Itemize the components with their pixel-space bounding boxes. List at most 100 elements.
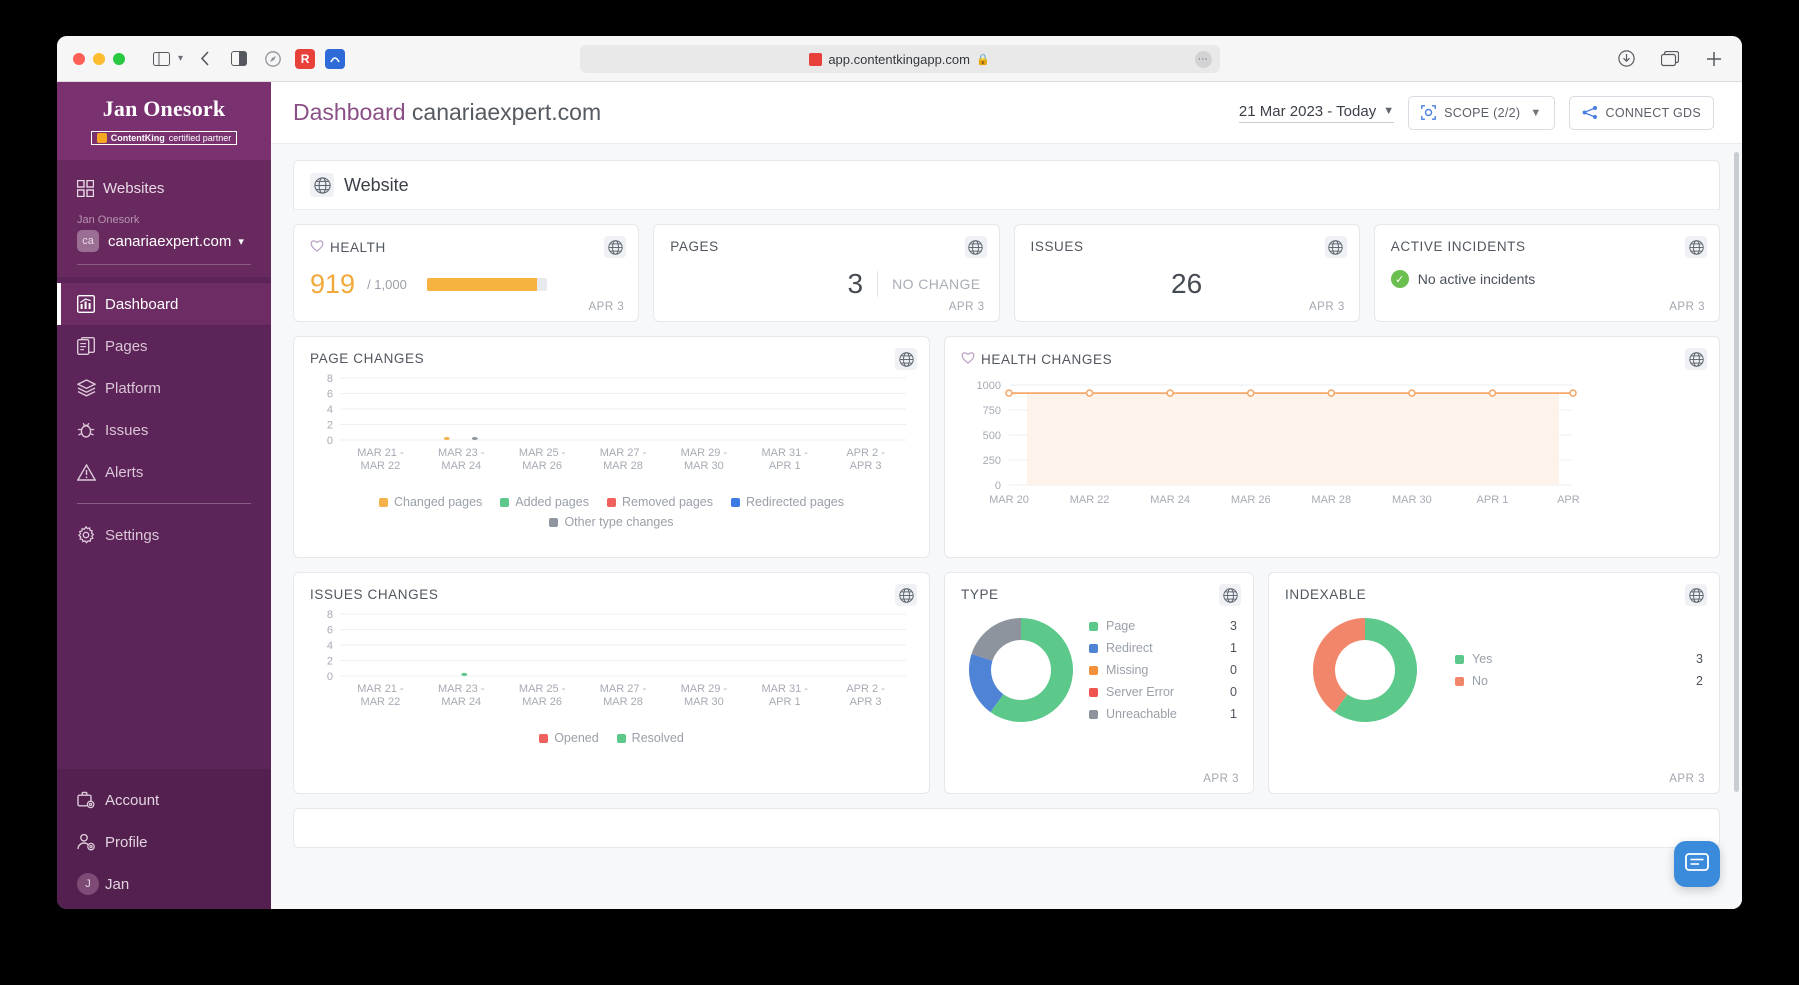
date-range-label: 21 Mar 2023 - Today xyxy=(1238,102,1377,120)
legend-swatch xyxy=(1089,687,1098,697)
legend-item[interactable]: Added pages xyxy=(500,495,589,509)
sidebar-item-settings[interactable]: Settings xyxy=(57,514,271,556)
sidebar-item-platform[interactable]: Platform xyxy=(57,367,271,409)
minimize-window-button[interactable] xyxy=(93,52,105,65)
indexable-legend: Yes 3 No 2 xyxy=(1433,648,1703,692)
globe-icon[interactable] xyxy=(895,584,917,606)
indexable-chart-card: INDEXABLE Yes 3 No 2 APR 3 xyxy=(1268,572,1720,794)
heart-icon xyxy=(310,239,324,255)
browser-toolbar: ▾ R app.contentkingapp.com 🔒 ⋯ xyxy=(57,36,1742,82)
site-switcher[interactable]: ca canariaexpert.com ▾ xyxy=(57,228,271,252)
address-bar[interactable]: app.contentkingapp.com 🔒 ⋯ xyxy=(579,45,1220,73)
scope-icon xyxy=(1421,105,1437,120)
sidebar-item-issues[interactable]: Issues xyxy=(57,409,271,451)
chevron-down-icon: ▼ xyxy=(1383,105,1395,117)
globe-icon[interactable] xyxy=(1685,236,1707,258)
svg-text:4: 4 xyxy=(327,640,333,652)
connect-gds-button[interactable]: CONNECT GDS xyxy=(1568,95,1714,130)
reader-icon[interactable] xyxy=(227,47,251,71)
globe-icon[interactable] xyxy=(1219,584,1241,606)
svg-text:MAR 30: MAR 30 xyxy=(684,460,724,472)
chart-title: PAGE CHANGES xyxy=(310,351,913,366)
legend-row[interactable]: Unreachable 1 xyxy=(1089,703,1237,725)
svg-text:MAR 27 -: MAR 27 - xyxy=(600,447,647,459)
window-controls[interactable] xyxy=(73,52,125,65)
legend-item[interactable]: Resolved xyxy=(616,731,684,745)
legend-swatch xyxy=(1089,621,1098,631)
svg-text:500: 500 xyxy=(983,430,1001,442)
incidents-status-text: No active incidents xyxy=(1417,271,1536,287)
globe-icon[interactable] xyxy=(310,173,334,197)
favorite-contentking-icon[interactable]: R xyxy=(295,48,316,69)
chevron-down-icon[interactable]: ▾ xyxy=(178,53,183,64)
legend-item[interactable]: Opened xyxy=(539,731,599,745)
svg-text:750: 750 xyxy=(983,405,1001,417)
sidebar-item-profile[interactable]: Profile xyxy=(57,821,271,863)
address-options-icon[interactable]: ⋯ xyxy=(1194,51,1212,68)
scope-button[interactable]: SCOPE (2/2) ▼ xyxy=(1408,95,1555,130)
globe-icon[interactable] xyxy=(604,236,627,258)
sidebar-item-account[interactable]: Account xyxy=(57,779,271,821)
legend-swatch xyxy=(616,733,626,743)
sidebar-item-dashboard[interactable]: Dashboard xyxy=(57,283,271,325)
legend-row[interactable]: Page 3 xyxy=(1089,615,1237,637)
globe-icon[interactable] xyxy=(1685,584,1707,606)
svg-text:MAR 25 -: MAR 25 - xyxy=(519,447,566,459)
sidebar-toggle-icon[interactable] xyxy=(149,47,173,71)
sidebar-item-pages[interactable]: Pages xyxy=(57,325,271,367)
maximize-window-button[interactable] xyxy=(113,52,125,65)
sidebar-item-alerts[interactable]: Alerts xyxy=(57,451,271,493)
svg-text:2: 2 xyxy=(327,420,333,432)
metric-cards-row: HEALTH 919 / 1,000 APR 3 PAGES 3 NO CHAN… xyxy=(293,224,1720,322)
page-changes-legend: Changed pages Added pages Removed pages Red… xyxy=(310,495,913,529)
heart-icon xyxy=(961,351,975,367)
legend-row[interactable]: Server Error 0 xyxy=(1089,681,1237,703)
legend-item[interactable]: Removed pages xyxy=(606,495,713,509)
globe-icon[interactable] xyxy=(1324,236,1347,258)
new-tab-icon[interactable] xyxy=(1702,47,1726,71)
dashboard-scroll-area[interactable]: Website HEALTH 919 / 1,000 APR 3 PAGES 3… xyxy=(271,144,1742,909)
close-window-button[interactable] xyxy=(73,52,85,65)
sidebar-nav: Dashboard Pages Platform Issues Alerts S… xyxy=(57,277,271,556)
globe-icon[interactable] xyxy=(1685,348,1707,370)
issues-changes-legend: Opened Resolved xyxy=(310,731,913,745)
svg-text:MAR 20: MAR 20 xyxy=(989,494,1029,506)
health-card[interactable]: HEALTH 919 / 1,000 APR 3 xyxy=(293,224,640,322)
legend-label: Changed pages xyxy=(394,495,483,509)
back-icon[interactable] xyxy=(193,47,217,71)
date-range-picker[interactable]: 21 Mar 2023 - Today ▼ xyxy=(1238,102,1395,123)
tabs-overview-icon[interactable] xyxy=(1658,47,1682,71)
issues-card[interactable]: ISSUES 26 APR 3 xyxy=(1013,224,1360,322)
legend-value: 2 xyxy=(1696,674,1703,688)
vertical-scrollbar[interactable] xyxy=(1734,152,1739,792)
globe-icon[interactable] xyxy=(895,348,917,370)
svg-text:APR 1: APR 1 xyxy=(1477,494,1509,506)
legend-row[interactable]: Missing 0 xyxy=(1089,659,1237,681)
pages-card[interactable]: PAGES 3 NO CHANGE APR 3 xyxy=(653,224,1000,322)
legend-item[interactable]: Redirected pages xyxy=(731,495,844,509)
scope-label: SCOPE (2/2) xyxy=(1444,105,1521,120)
legend-value: 3 xyxy=(1230,619,1237,633)
site-name-label: canariaexpert.com xyxy=(108,232,232,250)
legend-swatch xyxy=(549,517,559,527)
globe-icon[interactable] xyxy=(964,236,987,258)
legend-item[interactable]: Other type changes xyxy=(549,515,674,529)
legend-item[interactable]: Changed pages xyxy=(379,495,482,509)
brand-name: Jan Onesork xyxy=(102,96,226,121)
legend-row[interactable]: Redirect 1 xyxy=(1089,637,1237,659)
sidebar: Jan Onesork ContentKing certified partne… xyxy=(57,82,271,909)
legend-swatch xyxy=(1089,665,1098,675)
svg-text:MAR 29 -: MAR 29 - xyxy=(681,447,728,459)
svg-text:APR 1: APR 1 xyxy=(769,460,801,472)
legend-row[interactable]: Yes 3 xyxy=(1455,648,1703,670)
sidebar-item-user[interactable]: J Jan xyxy=(57,863,271,905)
active-incidents-card[interactable]: ACTIVE INCIDENTS ✓ No active incidents A… xyxy=(1373,224,1720,322)
support-chat-button[interactable] xyxy=(1674,841,1720,887)
sidebar-item-websites[interactable]: Websites xyxy=(57,170,271,206)
svg-text:MAR 24: MAR 24 xyxy=(1150,494,1190,506)
favorite-app-icon[interactable] xyxy=(325,48,346,69)
compass-icon[interactable] xyxy=(261,47,285,71)
download-icon[interactable] xyxy=(1614,47,1638,71)
legend-row[interactable]: No 2 xyxy=(1455,670,1703,692)
svg-text:MAR 22: MAR 22 xyxy=(361,460,401,472)
